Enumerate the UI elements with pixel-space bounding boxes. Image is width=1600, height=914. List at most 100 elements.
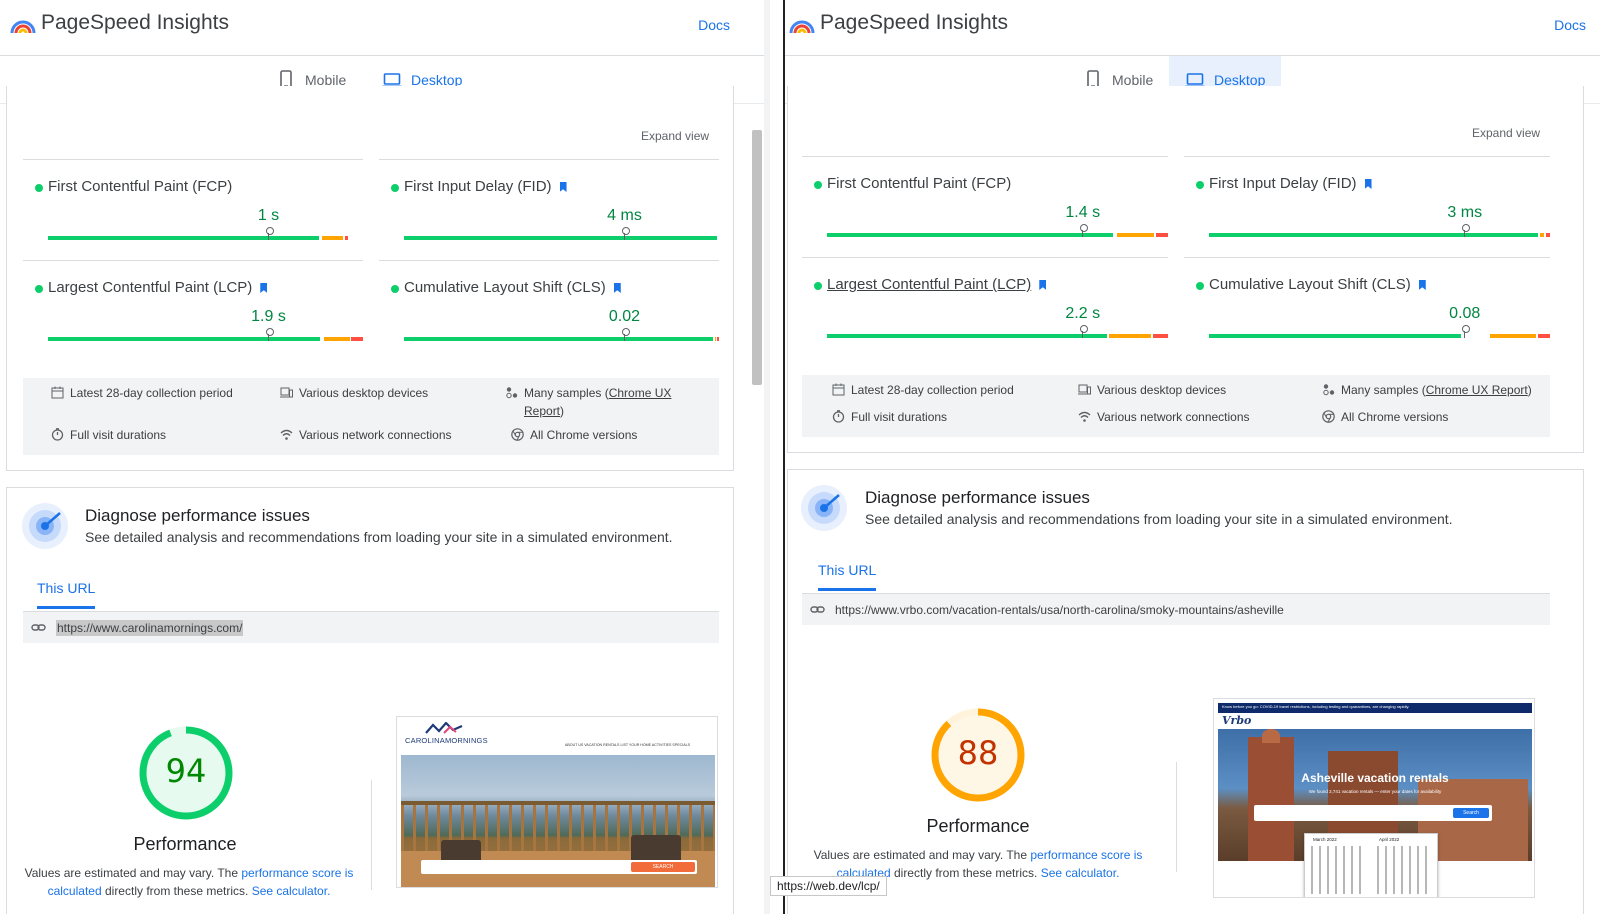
- metric-fid: First Input Delay (FID) 3 ms: [1184, 156, 1550, 257]
- metric-fcp-value: 1.4 s: [1065, 204, 1101, 221]
- good-segment: [48, 236, 319, 240]
- docs-link[interactable]: Docs: [698, 17, 730, 33]
- performance-score-gauge[interactable]: 88: [931, 708, 1025, 802]
- info-versions-text: All Chrome versions: [1341, 410, 1449, 424]
- poor-segment: [1156, 233, 1168, 237]
- percentile-marker: [265, 227, 274, 240]
- divider: [1176, 762, 1177, 872]
- info-durations: Full visit durations: [832, 408, 947, 426]
- percentile-marker: [621, 227, 630, 240]
- info-durations: Full visit durations: [51, 426, 166, 444]
- app-title[interactable]: PageSpeed Insights: [820, 11, 1008, 35]
- expand-view-button[interactable]: Expand view: [1472, 126, 1540, 140]
- info-samples-suffix: ): [560, 404, 565, 418]
- metric-cls-value: 0.08: [1449, 305, 1481, 322]
- carolina-logo-icon: [425, 722, 463, 734]
- bookmark-icon: [1039, 280, 1047, 290]
- metric-cls-value: 0.02: [608, 308, 641, 325]
- metric-fid-name[interactable]: First Input Delay (FID): [1209, 175, 1372, 192]
- see-calculator-link[interactable]: See calculator.: [252, 884, 331, 898]
- metric-lcp-label: Largest Contentful Paint (LCP): [827, 276, 1032, 293]
- good-status-dot: [1196, 282, 1204, 290]
- metric-cls: Cumulative Layout Shift (CLS) 0.02: [379, 260, 719, 361]
- percentile-marker: [621, 328, 630, 341]
- header: PageSpeed Insights Docs: [0, 0, 764, 56]
- screenshot-nav: Vrbo: [1218, 713, 1532, 729]
- distribution-bar: [404, 328, 719, 341]
- field-data-card: Expand view First Contentful Paint (FCP)…: [787, 86, 1584, 453]
- calendar-month-2: April 2022: [1379, 837, 1400, 842]
- metric-lcp-value: 1.9 s: [251, 308, 286, 325]
- analyzed-url-text[interactable]: https://www.carolinamornings.com/: [56, 619, 244, 636]
- info-versions: All Chrome versions: [1322, 408, 1448, 426]
- good-segment: [404, 337, 713, 341]
- screenshot-banner: Know before you go: COVID-19 travel rest…: [1218, 703, 1532, 713]
- screenshot-search-bar: SEARCH: [421, 860, 697, 874]
- note-prefix: Values are estimated and may vary. The: [24, 866, 242, 880]
- info-network-text: Various network connections: [1097, 410, 1250, 424]
- carolina-brand: CAROLINAMORNINGS: [405, 736, 488, 745]
- info-versions-text: All Chrome versions: [530, 428, 638, 442]
- metric-fcp: First Contentful Paint (FCP) 1 s: [23, 159, 363, 260]
- scrollbar-thumb[interactable]: [752, 130, 762, 385]
- devices-icon: [280, 387, 293, 398]
- metric-cls-name[interactable]: Cumulative Layout Shift (CLS): [1209, 276, 1426, 293]
- poor-segment: [717, 337, 719, 341]
- metric-fcp-name[interactable]: First Contentful Paint (FCP): [827, 175, 1011, 192]
- see-calculator-link[interactable]: See calculator.: [1041, 866, 1120, 880]
- metric-fid-label: First Input Delay (FID): [404, 178, 552, 195]
- info-devices-text: Various desktop devices: [1097, 383, 1227, 397]
- performance-label: Performance: [926, 816, 1030, 836]
- bookmark-icon: [613, 283, 621, 293]
- link-icon: [31, 624, 46, 631]
- good-status-dot: [35, 285, 43, 293]
- samples-icon: [1323, 384, 1335, 396]
- expand-view-button[interactable]: Expand view: [641, 129, 709, 143]
- left-pane: PageSpeed Insights Docs Mobile Desktop E…: [0, 0, 764, 914]
- app-title[interactable]: PageSpeed Insights: [41, 11, 229, 35]
- distribution-bar: [404, 227, 719, 240]
- pagespeed-logo-icon: [10, 20, 36, 34]
- screenshot-search-bar: Search: [1254, 805, 1492, 821]
- metric-fcp-name[interactable]: First Contentful Paint (FCP): [48, 178, 232, 195]
- average-segment: [322, 236, 343, 240]
- info-durations-text: Full visit durations: [851, 410, 948, 424]
- screenshot-search-button: Search: [1453, 808, 1489, 818]
- chrome-ux-report-link[interactable]: Chrome UX Report: [1426, 383, 1528, 397]
- screenshot-calendar: March 2022 April 2022: [1304, 833, 1438, 897]
- distribution-bar: [827, 224, 1168, 237]
- average-segment: [1109, 334, 1151, 338]
- tab-this-url[interactable]: This URL: [818, 562, 877, 591]
- performance-score-value: 94: [165, 752, 207, 790]
- screenshot-hero: SEARCH: [401, 755, 715, 887]
- lighthouse-gauge-icon: [801, 485, 847, 531]
- page-screenshot: Know before you go: COVID-19 travel rest…: [1213, 698, 1535, 898]
- poor-segment: [351, 337, 363, 341]
- average-segment: [1539, 233, 1544, 237]
- chrome-icon: [1322, 410, 1335, 423]
- status-bar-url: https://web.dev/lcp/: [770, 876, 887, 896]
- info-network-text: Various network connections: [299, 428, 452, 442]
- analyzed-url-text[interactable]: https://www.vrbo.com/vacation-rentals/us…: [835, 603, 1284, 617]
- note-prefix: Values are estimated and may vary. The: [813, 848, 1031, 862]
- link-icon: [810, 606, 825, 613]
- chrome-icon: [511, 428, 524, 441]
- tab-this-url[interactable]: This URL: [37, 580, 96, 609]
- note-middle: directly from these metrics.: [890, 866, 1041, 880]
- info-samples: Many samples (Chrome UX Report): [1322, 381, 1532, 399]
- metric-lcp-name[interactable]: Largest Contentful Paint (LCP): [48, 279, 268, 296]
- diagnose-title: Diagnose performance issues: [865, 488, 1090, 507]
- estimate-note: Values are estimated and may vary. The p…: [21, 864, 357, 900]
- metric-lcp-name[interactable]: Largest Contentful Paint (LCP): [827, 276, 1047, 293]
- metric-cls-name[interactable]: Cumulative Layout Shift (CLS): [404, 279, 621, 296]
- performance-score-gauge[interactable]: 94: [139, 726, 233, 820]
- good-segment: [1209, 334, 1462, 338]
- vrbo-banner-text: Know before you go: COVID-19 travel rest…: [1222, 704, 1410, 709]
- info-samples-suffix: ): [1527, 383, 1532, 397]
- good-status-dot: [814, 282, 822, 290]
- distribution-bar: [1209, 224, 1550, 237]
- docs-link[interactable]: Docs: [1554, 17, 1586, 33]
- metric-fid-value: 4 ms: [607, 207, 642, 224]
- metric-fid-name[interactable]: First Input Delay (FID): [404, 178, 567, 195]
- distribution-bar: [48, 227, 363, 240]
